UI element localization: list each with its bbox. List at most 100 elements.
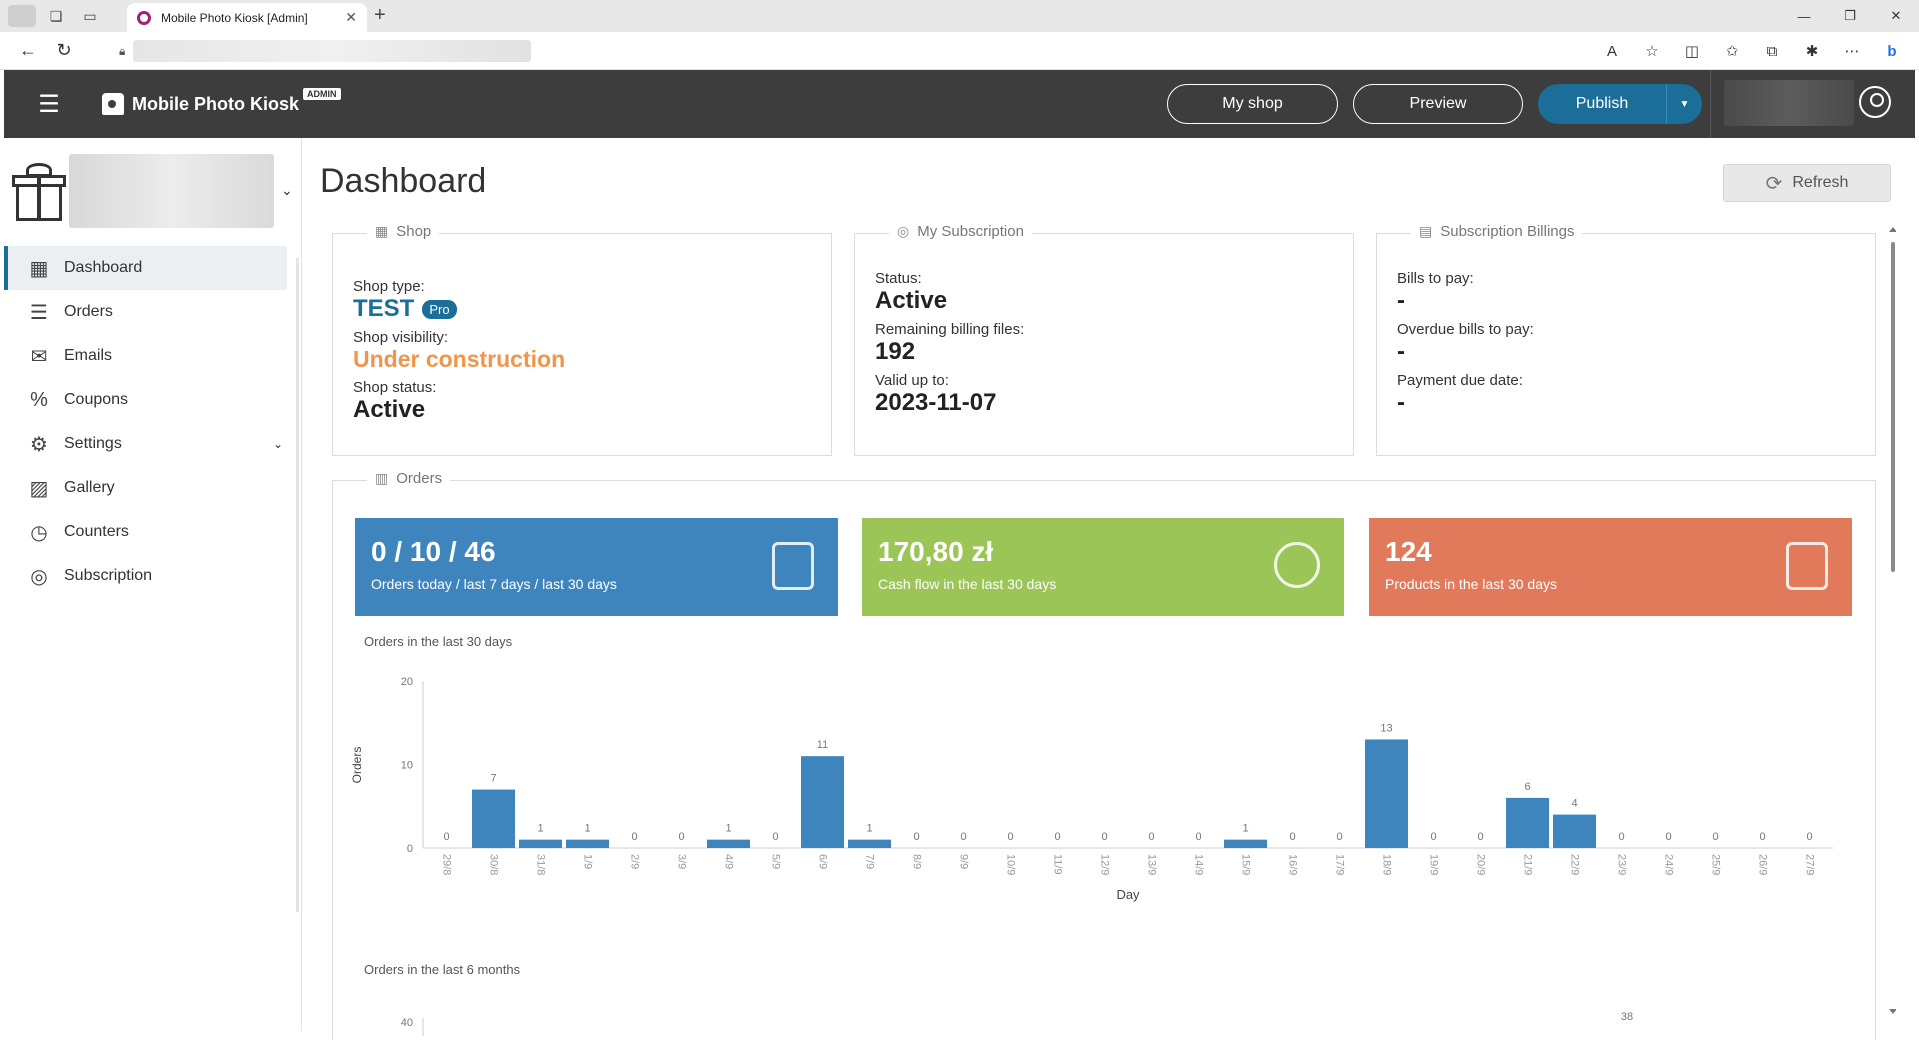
shop-status-label: Shop status: (353, 379, 437, 396)
split-screen-icon[interactable]: ◫ (1675, 36, 1709, 66)
payment-due-value: - (1397, 389, 1405, 416)
tab-actions-icon[interactable]: ▭ (76, 4, 104, 28)
orders-legend: ▥ Orders (367, 470, 451, 487)
bar-value-label: 0 (772, 831, 778, 843)
bar-value-label: 0 (1759, 831, 1765, 843)
x-tick-label: 25/9 (1710, 854, 1722, 875)
bar (801, 756, 844, 848)
x-tick-label: 29/8 (441, 854, 453, 875)
subscription-panel: ◎ My Subscription Status: Active Remaini… (854, 223, 1354, 456)
x-tick-label: 6/9 (817, 854, 829, 869)
hamburger-menu-icon[interactable]: ☰ (4, 90, 94, 119)
bar (566, 839, 609, 848)
favorites-icon[interactable]: ✩ (1715, 36, 1749, 66)
x-tick-label: 1/9 (582, 854, 594, 869)
sidebar-item-coupons[interactable]: % Coupons (4, 378, 301, 422)
refresh-button[interactable]: ⟳ Refresh (1723, 164, 1891, 202)
sidebar-scrollbar[interactable] (296, 258, 299, 912)
shop-type-text: TEST (353, 295, 415, 322)
bar-value-label: 0 (1289, 831, 1295, 843)
chevron-down-icon[interactable]: ⌄ (281, 182, 293, 199)
dashboard-icon: ▦ (29, 257, 49, 280)
reload-icon[interactable]: ↻ (46, 36, 82, 66)
billings-legend: ▤ Subscription Billings (1411, 223, 1583, 240)
main-scrollbar[interactable] (1888, 226, 1896, 1016)
tab-close-icon[interactable]: ✕ (345, 9, 357, 26)
x-tick-label: 9/9 (958, 854, 970, 869)
chart-6-months-title: Orders in the last 6 months (364, 962, 521, 977)
sidebar-item-settings[interactable]: ⚙ Settings ⌄ (4, 422, 301, 466)
x-tick-label: 15/9 (1240, 854, 1252, 875)
bar-value-label: 0 (1618, 831, 1624, 843)
bar (519, 839, 562, 848)
x-tick-label: 11/9 (1052, 854, 1064, 875)
sidebar-item-subscription[interactable]: ◎ Subscription (4, 554, 301, 598)
browser-address-bar: ← ↻ 🔒︎ A ☆ ◫ ✩ ⧉ ✱ ⋯ b (0, 32, 1919, 70)
billing-document-icon: ▤ (1419, 223, 1433, 239)
sidebar-item-orders[interactable]: ☰ Orders (4, 290, 301, 334)
bar (848, 839, 891, 848)
shop-icon: ▦ (375, 223, 389, 239)
bar-value-label: 1 (1242, 823, 1248, 835)
shop-type-label: Shop type: (353, 278, 425, 295)
preview-button[interactable]: Preview (1353, 84, 1523, 124)
x-tick-label: 24/9 (1663, 854, 1675, 875)
x-tick-label: 21/9 (1522, 854, 1534, 875)
admin-badge: ADMIN (303, 88, 341, 100)
shop-selector[interactable]: ⌄ (4, 138, 301, 246)
my-shop-button[interactable]: My shop (1167, 84, 1338, 124)
pro-badge: Pro (422, 299, 457, 319)
back-icon[interactable]: ← (10, 36, 46, 66)
profile-avatar[interactable] (8, 5, 36, 27)
kpi-cashflow-caption: Cash flow in the last 30 days (878, 576, 1057, 592)
sidebar-item-dashboard[interactable]: ▦ Dashboard (4, 246, 287, 290)
shop-panel: ▦ Shop Shop type: TEST Pro Shop visibili… (332, 223, 832, 456)
x-tick-label: 5/9 (770, 854, 782, 869)
bar-value-label: 0 (960, 831, 966, 843)
subscription-status-label: Status: (875, 270, 922, 287)
chevron-down-icon[interactable]: ⌄ (273, 437, 283, 451)
copilot-icon[interactable]: b (1875, 36, 1909, 66)
new-tab-icon[interactable]: + (374, 4, 386, 27)
y-tick-label: 0 (407, 843, 413, 855)
kpi-cashflow-value: 170,80 zł (878, 536, 994, 567)
url-input[interactable]: 🔒︎ (105, 37, 1565, 65)
kpi-orders-card: 0 / 10 / 46 Orders today / last 7 days /… (355, 518, 838, 616)
bar-chart-icon: ▥ (375, 470, 389, 486)
x-tick-label: 7/9 (864, 854, 876, 869)
sidebar-item-emails[interactable]: ✉ Emails (4, 334, 301, 378)
publish-dropdown-caret-icon[interactable]: ▼ (1666, 84, 1702, 124)
gift-icon (12, 161, 66, 223)
minimize-icon[interactable]: — (1781, 0, 1827, 32)
sidebar-item-gallery[interactable]: ▨ Gallery (4, 466, 301, 510)
y-tick-label: 20 (401, 676, 413, 688)
more-icon[interactable]: ⋯ (1835, 36, 1869, 66)
header-divider (1710, 70, 1711, 138)
browser-tab-active[interactable]: Mobile Photo Kiosk [Admin] ✕ (127, 3, 367, 32)
read-aloud-icon[interactable]: A (1595, 36, 1629, 66)
bar (1365, 739, 1408, 848)
x-tick-label: 27/9 (1804, 854, 1816, 875)
restore-icon[interactable]: ❐ (1827, 0, 1873, 32)
publish-button[interactable]: Publish (1538, 84, 1666, 124)
brand-name: Mobile Photo Kiosk (132, 93, 300, 114)
extensions-icon[interactable]: ✱ (1795, 36, 1829, 66)
sidebar-item-counters[interactable]: ◷ Counters (4, 510, 301, 554)
workspaces-icon[interactable]: ❏ (42, 4, 70, 28)
user-account-icon[interactable] (1859, 86, 1891, 118)
bar-value-label: 0 (1712, 831, 1718, 843)
payment-due-label: Payment due date: (1397, 372, 1523, 389)
favorite-star-icon[interactable]: ☆ (1635, 36, 1669, 66)
close-window-icon[interactable]: ✕ (1873, 0, 1919, 32)
collections-icon[interactable]: ⧉ (1755, 36, 1789, 66)
sidebar-item-label: Settings (64, 435, 122, 452)
bar-value-label: 0 (1430, 831, 1436, 843)
sidebar-item-label: Gallery (64, 479, 115, 496)
bar-value-label: 1 (725, 823, 731, 835)
bar-value-label: 0 (1806, 831, 1812, 843)
bar-value-label: 0 (1054, 831, 1060, 843)
x-tick-label: 8/9 (911, 854, 923, 869)
brand[interactable]: Mobile Photo Kiosk ADMIN (102, 88, 341, 115)
sidebar-item-label: Coupons (64, 391, 129, 408)
bar-value-label: 1 (584, 823, 590, 835)
